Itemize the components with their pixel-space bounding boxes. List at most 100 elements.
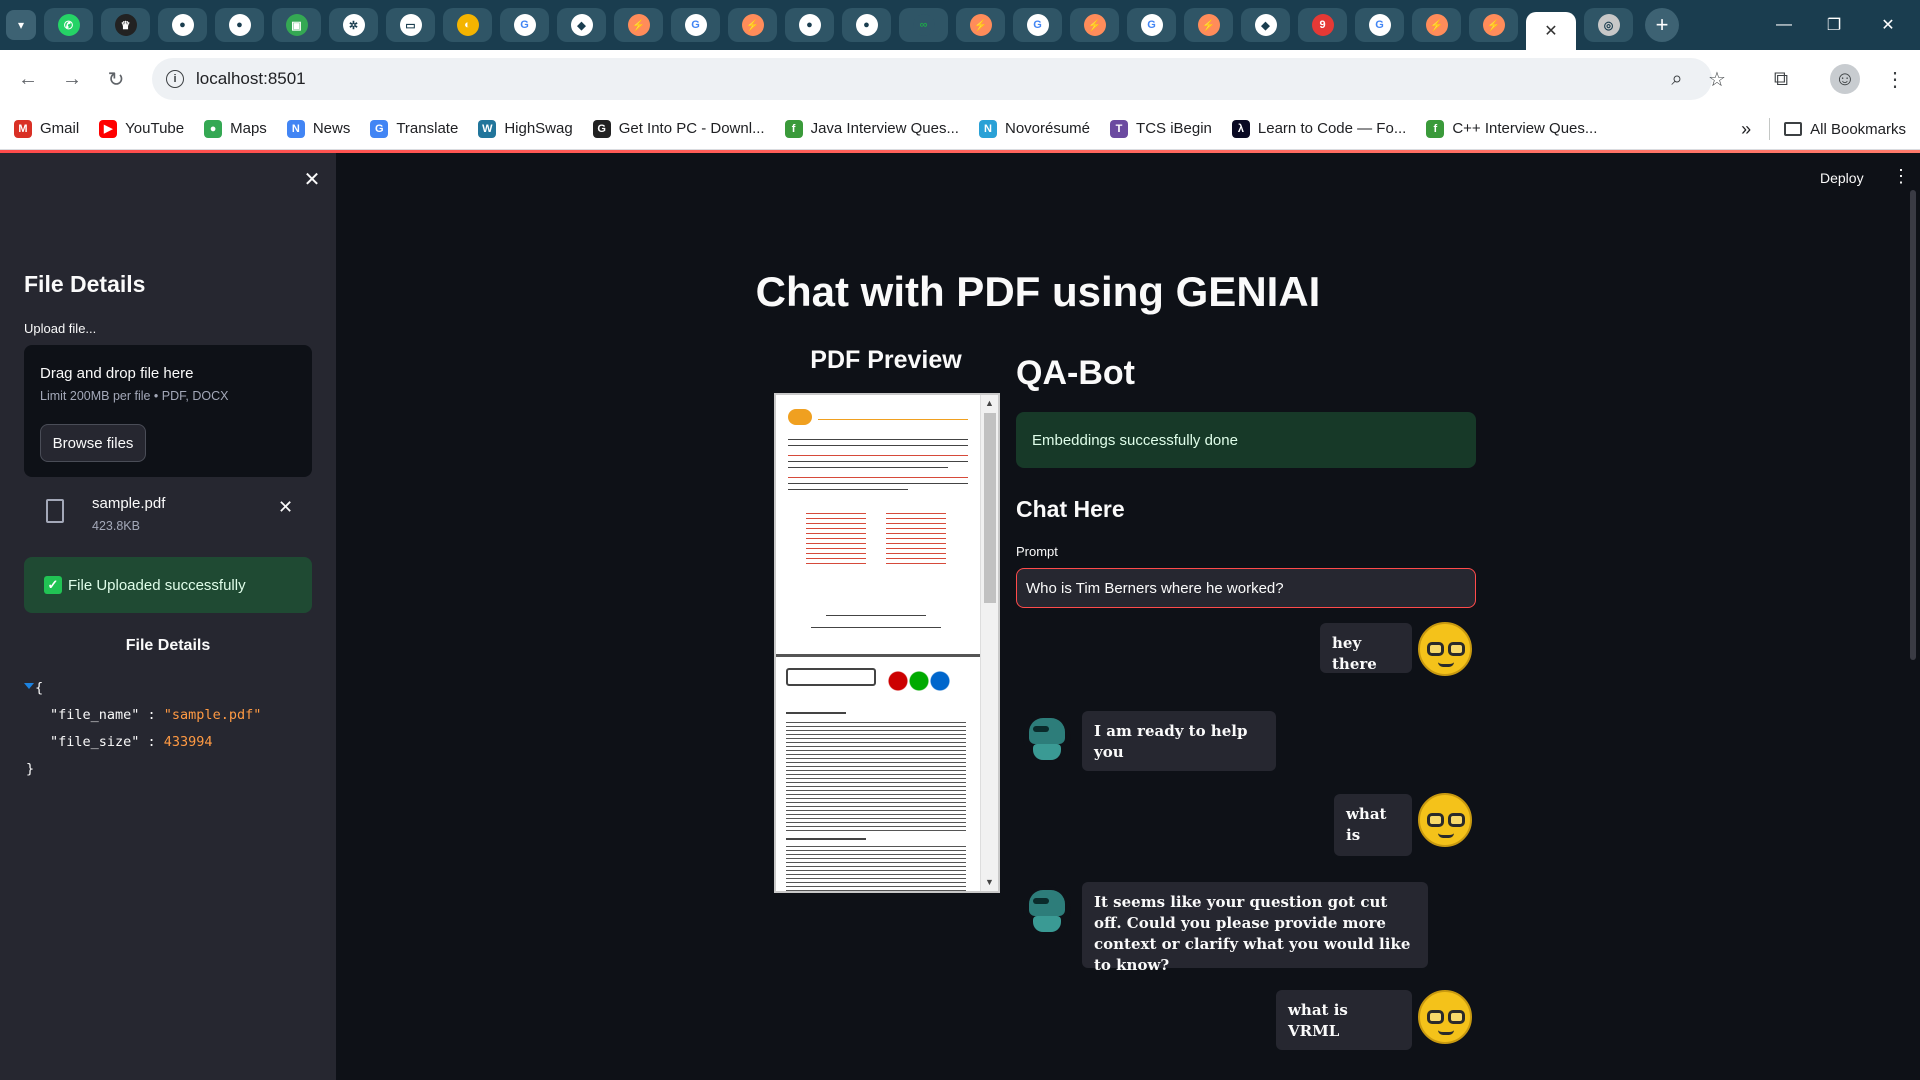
pdf-scroll-thumb[interactable] [984, 413, 996, 603]
tab-search-button[interactable]: ▾ [6, 10, 36, 40]
app-menu-icon[interactable]: ⋮ [1892, 166, 1910, 187]
bookmark-label: Gmail [40, 120, 80, 137]
url-text[interactable]: localhost:8501 [196, 69, 306, 89]
bookmarks-overflow-icon[interactable]: » [1741, 119, 1751, 140]
pdf-text-line [811, 627, 941, 628]
bookmark-item[interactable]: λ Learn to Code — Fo... [1231, 119, 1406, 138]
bookmark-star-icon[interactable]: ☆ [1702, 64, 1732, 94]
close-sidebar-icon[interactable]: ✕ [300, 167, 324, 191]
tab[interactable]: ✲ [329, 8, 378, 42]
zoom-icon[interactable]: ⌕ [1662, 64, 1692, 94]
meet-icon: ▣ [285, 14, 308, 36]
tab[interactable]: ♛ [101, 8, 150, 42]
bookmarks-right: » All Bookmarks [1741, 108, 1906, 150]
bot-avatar [1023, 886, 1071, 934]
chat-heading: Chat Here [1016, 496, 1125, 522]
google-icon: G [1026, 14, 1049, 36]
bot-avatar [1023, 714, 1071, 762]
bookmark-item[interactable]: N Novorésumé [978, 119, 1090, 138]
file-dropzone[interactable]: Drag and drop file here Limit 200MB per … [24, 345, 312, 477]
profile-avatar[interactable]: ☺ [1830, 64, 1860, 94]
restore-icon[interactable]: ❐ [1806, 0, 1862, 50]
address-bar[interactable]: i localhost:8501 [152, 58, 1712, 100]
forward-icon[interactable]: → [52, 59, 92, 99]
tab[interactable]: 9 [1298, 8, 1347, 42]
scroll-up-icon[interactable]: ▲ [985, 398, 994, 408]
reload-icon[interactable]: ↻ [96, 59, 136, 99]
tab[interactable]: ⚡ [1184, 8, 1233, 42]
minimize-icon[interactable]: — [1756, 0, 1812, 50]
upload-success-text: File Uploaded successfully [68, 576, 246, 594]
active-tab[interactable]: ✕ [1526, 12, 1576, 50]
prompt-label: Prompt [1016, 544, 1058, 559]
embeddings-success-alert: Embeddings successfully done [1016, 412, 1476, 468]
github-icon: ● [171, 14, 194, 36]
bookmark-item[interactable]: G Get Into PC - Downl... [592, 119, 765, 138]
google-icon: G [513, 14, 536, 36]
all-bookmarks-link[interactable]: All Bookmarks [1810, 121, 1906, 138]
tab[interactable]: G [1355, 8, 1404, 42]
pdf-scrollbar[interactable]: ▲ ▼ [980, 395, 998, 891]
tab[interactable]: ● [215, 8, 264, 42]
bookmark-item[interactable]: T TCS iBegin [1110, 119, 1212, 138]
deploy-button[interactable]: Deploy [1820, 170, 1864, 186]
tab[interactable]: ◎ [1584, 8, 1633, 42]
app-icon: ⚡ [1083, 14, 1106, 36]
bookmark-item[interactable]: W HighSwag [478, 119, 573, 138]
tab[interactable]: G [671, 8, 720, 42]
dropzone-limit: Limit 200MB per file • PDF, DOCX [40, 389, 229, 403]
bookmark-item[interactable]: f C++ Interview Ques... [1426, 119, 1597, 138]
new-tab-button[interactable]: + [1645, 8, 1679, 42]
pdf-viewer[interactable]: ▲ ▼ [774, 393, 1000, 893]
tab[interactable]: G [500, 8, 549, 42]
tab[interactable]: ⚡ [1070, 8, 1119, 42]
gmail-icon: M [14, 119, 32, 138]
tab[interactable]: G [1013, 8, 1062, 42]
extensions-icon[interactable]: ⧉ [1766, 64, 1796, 94]
scroll-down-icon[interactable]: ▼ [985, 877, 994, 887]
pdf-red-list [806, 513, 866, 568]
tab[interactable]: ◆ [1241, 8, 1290, 42]
tab[interactable]: ✆ [44, 8, 93, 42]
prompt-input[interactable] [1016, 568, 1476, 608]
pdf-page [776, 395, 982, 657]
tab[interactable]: ⚡ [728, 8, 777, 42]
checkmark-icon: ✓ [44, 576, 62, 594]
remove-file-icon[interactable]: ✕ [278, 497, 293, 518]
tab[interactable]: ⚡ [956, 8, 1005, 42]
close-window-icon[interactable]: ✕ [1860, 0, 1916, 50]
tab[interactable]: ▣ [272, 8, 321, 42]
wordpress-icon: W [478, 119, 497, 138]
tab[interactable]: ⚡ [1469, 8, 1518, 42]
tab[interactable]: ● [842, 8, 891, 42]
vrml-shapes [884, 666, 954, 696]
bookmark-item[interactable]: ● Maps [204, 119, 267, 138]
tab[interactable]: ⚡ [614, 8, 663, 42]
main-scrollbar[interactable] [1910, 190, 1916, 660]
maps-icon: ● [204, 119, 223, 138]
tab[interactable]: ● [158, 8, 207, 42]
tab[interactable]: ∞ [899, 8, 948, 42]
app-icon: ⚡ [1482, 14, 1505, 36]
tab[interactable]: G [1127, 8, 1176, 42]
site-info-icon[interactable]: i [166, 70, 184, 88]
tab[interactable]: ● [785, 8, 834, 42]
back-icon[interactable]: ← [8, 59, 48, 99]
google-icon: G [1368, 14, 1391, 36]
tab[interactable]: ◐ [443, 8, 492, 42]
bookmark-item[interactable]: G Translate [370, 119, 458, 138]
close-tab-icon[interactable]: ✕ [1544, 21, 1557, 41]
tab[interactable]: ▭ [386, 8, 435, 42]
bookmark-item[interactable]: N News [286, 119, 350, 138]
bookmark-item[interactable]: ▶ YouTube [99, 119, 184, 138]
bookmark-item[interactable]: M Gmail [14, 119, 80, 138]
collapse-caret-icon[interactable] [24, 683, 34, 689]
pdf-page [776, 660, 982, 891]
menu-kebab-icon[interactable]: ⋮ [1880, 64, 1910, 94]
notification-badge-icon: 9 [1311, 14, 1334, 36]
pdf-logo [788, 409, 812, 425]
tab[interactable]: ⚡ [1412, 8, 1461, 42]
browse-files-button[interactable]: Browse files [40, 424, 146, 462]
bookmark-item[interactable]: f Java Interview Ques... [784, 119, 959, 138]
tab[interactable]: ◆ [557, 8, 606, 42]
